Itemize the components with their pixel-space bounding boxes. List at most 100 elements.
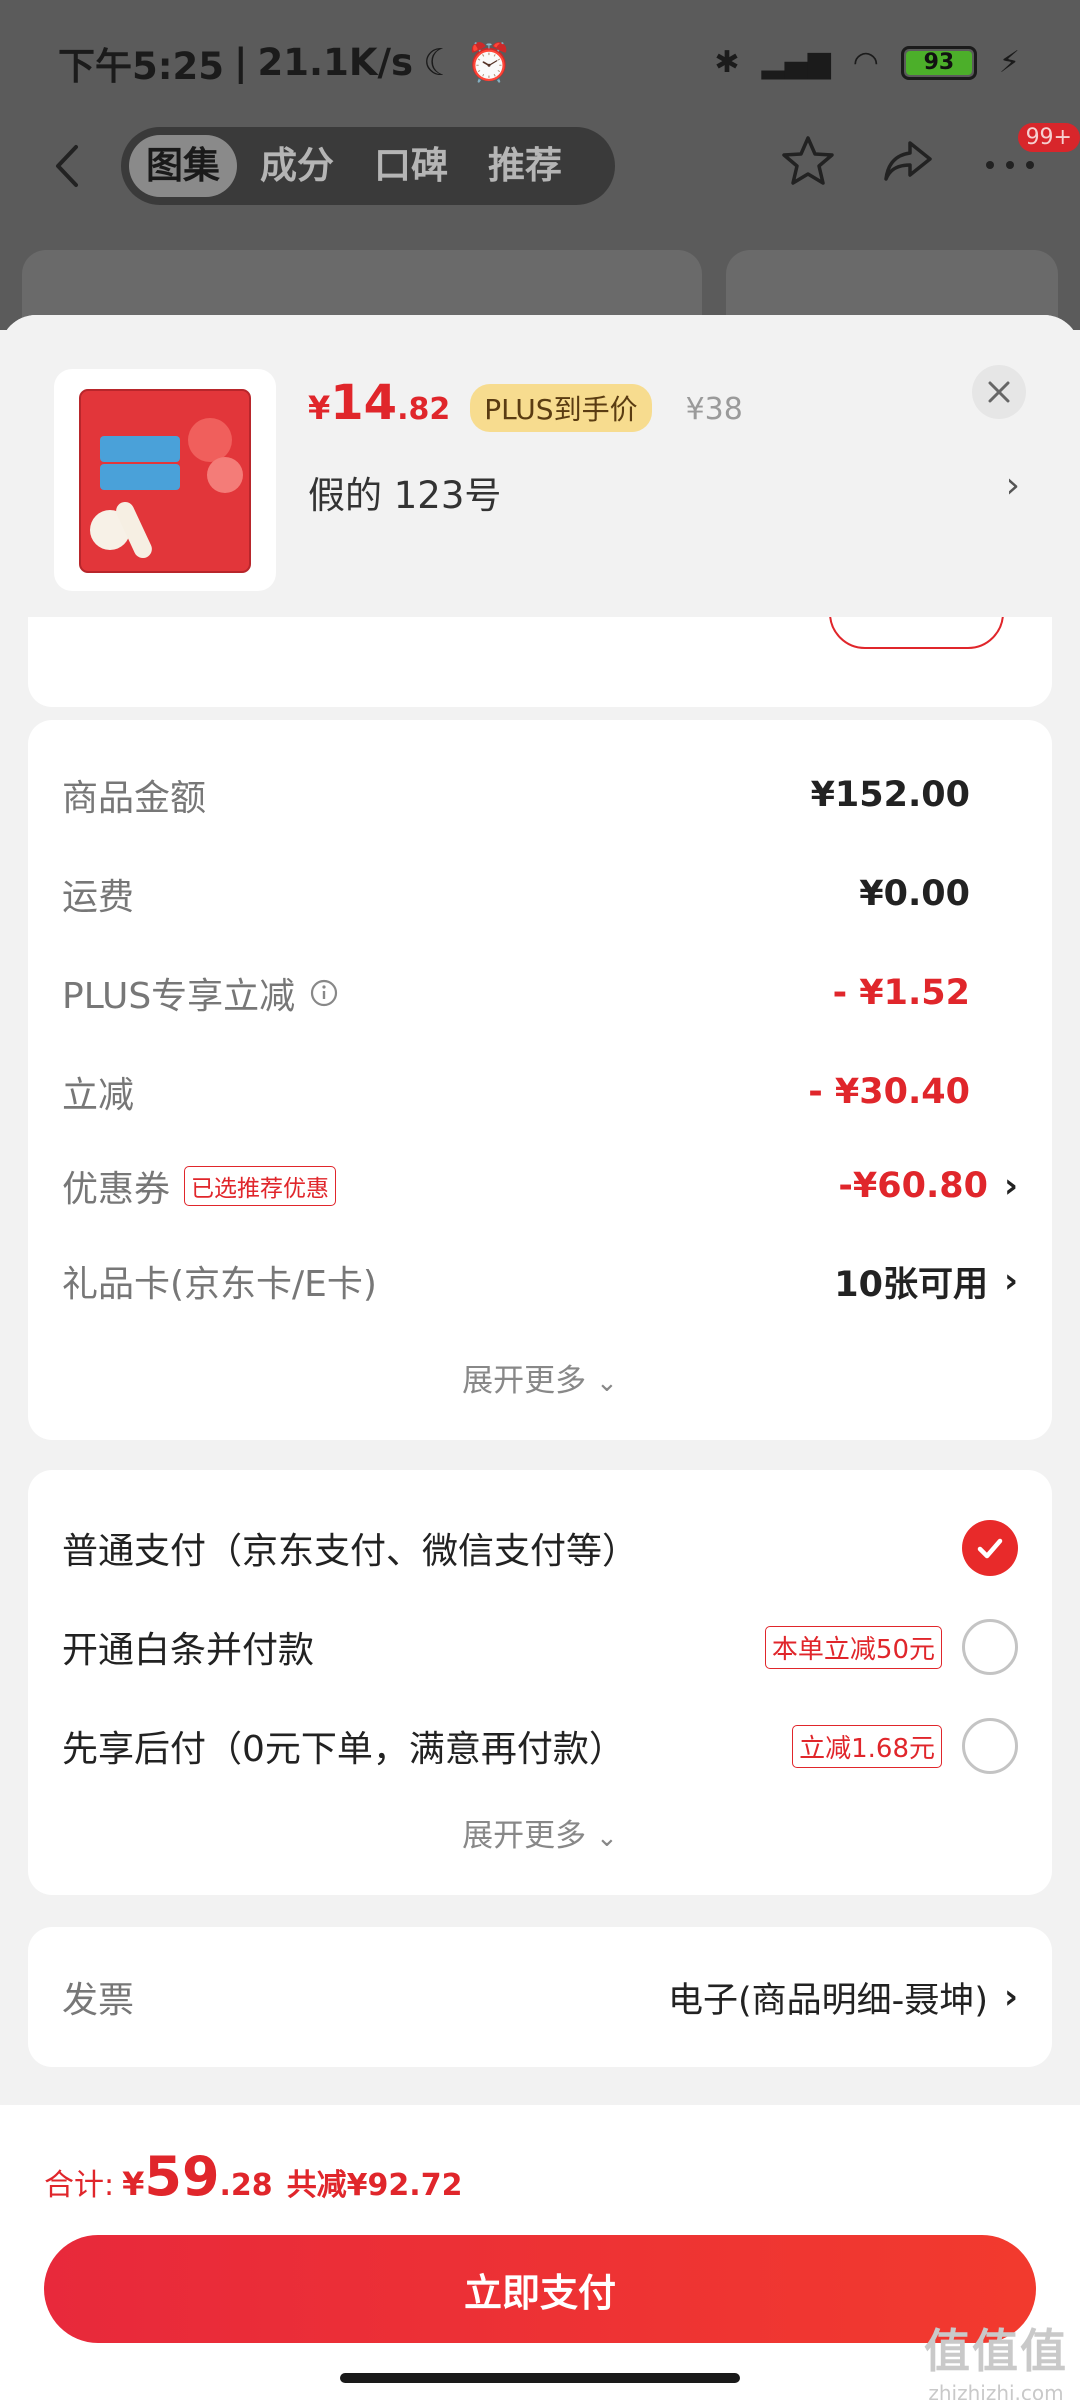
row-value: -¥60.80 › [838, 1166, 1018, 1206]
back-icon[interactable] [48, 141, 88, 191]
row-value: - ¥1.52 [833, 973, 1018, 1013]
row-value: - ¥30.40 [808, 1072, 1018, 1112]
expand-more-summary[interactable]: 展开更多 ⌄ [28, 1355, 1052, 1400]
watermark-text: 值值值 [924, 2324, 1068, 2378]
coupon-value: -¥60.80 [838, 1166, 988, 1206]
original-price: ¥38 [685, 392, 743, 427]
row-plus-discount: PLUS专享立减 - ¥1.52 [62, 963, 1018, 1023]
invoice-card[interactable]: 发票 电子(商品明细-聂坤) › [28, 1927, 1052, 2067]
promo-tag: 本单立减50元 [764, 1625, 942, 1669]
total-integer: 59 [144, 2145, 220, 2208]
close-button[interactable] [972, 365, 1026, 419]
payment-option-right [962, 1520, 1018, 1576]
signal-icon: ▂▄▆ [761, 45, 831, 80]
price-row: ¥14.82 PLUS到手价 ¥38 [308, 375, 743, 432]
row-label: 商品金额 [62, 778, 207, 819]
status-divider: | [234, 41, 248, 84]
row-label: 礼品卡(京东卡/E卡) [62, 1264, 377, 1305]
coupon-label: 优惠券 [62, 1169, 171, 1210]
selected-spec[interactable]: 假的 123号 [308, 465, 501, 519]
status-speed: 21.1K/s [257, 41, 414, 84]
tab-bar: 图集 成分 口碑 推荐 [121, 127, 615, 205]
row-label: PLUS专享立减 [62, 967, 339, 1019]
payment-option-label: 普通支付（京东支付、微信支付等） [62, 1531, 639, 1572]
wifi-icon: ◠ [852, 45, 879, 80]
product-header: ¥14.82 PLUS到手价 ¥38 假的 123号 › [0, 315, 1080, 625]
goods-amount-value: ¥152.00 [810, 775, 970, 815]
charging-icon: ⚡ [998, 45, 1020, 80]
coupon-tag: 已选推荐优惠 [184, 1166, 337, 1206]
expand-more-label: 展开更多 [462, 1363, 587, 1399]
star-icon[interactable] [780, 133, 836, 189]
checkout-sheet: ¥14.82 PLUS到手价 ¥38 假的 123号 › 商品金额 ¥152.0… [0, 315, 1080, 2105]
plus-discount-value: - ¥1.52 [832, 973, 970, 1013]
invoice-label: 发票 [62, 1980, 135, 2021]
row-label: 立减 [62, 1075, 135, 1116]
tab-recommend[interactable]: 推荐 [471, 135, 579, 197]
chevron-right-icon: › [1003, 1977, 1018, 2017]
payment-method-card: 普通支付（京东支付、微信支付等） 开通白条并付款 本单立减50元 先享后付（0元… [28, 1470, 1052, 1895]
share-icon[interactable] [880, 133, 936, 189]
scrolled-button-edge [829, 617, 1004, 649]
check-icon [977, 1538, 1003, 1559]
expand-more-payment[interactable]: 展开更多 ⌄ [28, 1810, 1052, 1855]
close-icon [988, 381, 1010, 403]
bluetooth-icon: ✱ [714, 45, 740, 80]
product-nav-bar: 图集 成分 口碑 推荐 99+ [0, 123, 1080, 205]
more-button[interactable]: 99+ [980, 123, 1080, 189]
message-badge: 99+ [1017, 123, 1080, 152]
scrolled-card-edge [28, 617, 1052, 707]
price-symbol: ¥ [308, 389, 331, 427]
status-bar: 下午5:25 | 21.1K/s ☾ ⏰ ✱ ▂▄▆ ◠ 93 ⚡ [0, 0, 1080, 125]
row-value: ¥0.00 [859, 874, 1018, 914]
row-coupon[interactable]: 优惠券 已选推荐优惠 -¥60.80 › [62, 1156, 1018, 1216]
pay-now-button[interactable]: 立即支付 [44, 2235, 1036, 2343]
payment-option[interactable]: 先享后付（0元下单，满意再付款） 立减1.68元 [62, 1713, 1018, 1779]
row-gift-card[interactable]: 礼品卡(京东卡/E卡) 10张可用 › [62, 1251, 1018, 1311]
product-price: ¥14.82 [308, 375, 450, 431]
nav-actions: 99+ [780, 123, 1080, 189]
status-right: ✱ ▂▄▆ ◠ 93 ⚡ [714, 45, 1020, 80]
spec-chevron-icon[interactable]: › [1006, 465, 1020, 506]
invoice-value: 电子(商品明细-聂坤) [668, 1980, 988, 2021]
gift-card-value: 10张可用 [834, 1264, 988, 1305]
payment-option[interactable]: 开通白条并付款 本单立减50元 [62, 1614, 1018, 1680]
promo-tag: 立减1.68元 [792, 1724, 942, 1768]
home-indicator[interactable] [340, 2373, 740, 2383]
expand-more-label: 展开更多 [462, 1818, 587, 1854]
tab-gallery[interactable]: 图集 [129, 135, 237, 197]
moon-icon: ☾ [423, 41, 457, 84]
radio-unchecked[interactable] [962, 1619, 1018, 1675]
watermark-logo: 值值值 zhizhizhi.com [924, 2315, 1068, 2400]
payment-option-label: 开通白条并付款 [62, 1630, 315, 1671]
total-decimal: .28 [219, 2168, 273, 2203]
background-page: 下午5:25 | 21.1K/s ☾ ⏰ ✱ ▂▄▆ ◠ 93 ⚡ 图集 成分 … [0, 0, 1080, 370]
payment-option[interactable]: 普通支付（京东支付、微信支付等） [62, 1515, 1018, 1581]
payment-option-label: 先享后付（0元下单，满意再付款） [62, 1729, 625, 1770]
product-thumbnail [54, 369, 276, 591]
price-integer: 14 [330, 375, 398, 431]
instant-discount-value: - ¥30.40 [808, 1072, 970, 1112]
tab-ingredients[interactable]: 成分 [243, 135, 351, 197]
status-left: 下午5:25 | 21.1K/s ☾ ⏰ [58, 36, 512, 90]
info-icon[interactable] [309, 978, 339, 1008]
tab-reviews[interactable]: 口碑 [357, 135, 465, 197]
row-instant-discount: 立减 - ¥30.40 [62, 1062, 1018, 1122]
row-label: 运费 [62, 877, 135, 918]
total-label: 合计: [44, 2168, 115, 2203]
total-symbol: ¥ [122, 2165, 145, 2203]
chevron-down-icon: ⌄ [596, 1368, 618, 1398]
checkout-bottom-bar: 合计: ¥ 59 .28 共减¥92.72 立即支付 [0, 2105, 1080, 2400]
battery-icon: 93 [900, 45, 977, 80]
payment-option-right: 本单立减50元 [764, 1619, 1018, 1675]
radio-unchecked[interactable] [962, 1718, 1018, 1774]
row-label: 优惠券 已选推荐优惠 [62, 1160, 337, 1212]
radio-checked[interactable] [962, 1520, 1018, 1576]
price-breakdown-card: 商品金额 ¥152.00 运费 ¥0.00 PLUS专享立减 - ¥1.52 立… [28, 720, 1052, 1440]
row-shipping: 运费 ¥0.00 [62, 864, 1018, 924]
invoice-row: 发票 电子(商品明细-聂坤) › [62, 1967, 1018, 2027]
chevron-right-icon: › [1003, 1261, 1018, 1301]
battery-level: 93 [905, 50, 972, 75]
invoice-value-group: 电子(商品明细-聂坤) › [668, 1972, 1018, 2023]
payment-option-right: 立减1.68元 [792, 1718, 1018, 1774]
